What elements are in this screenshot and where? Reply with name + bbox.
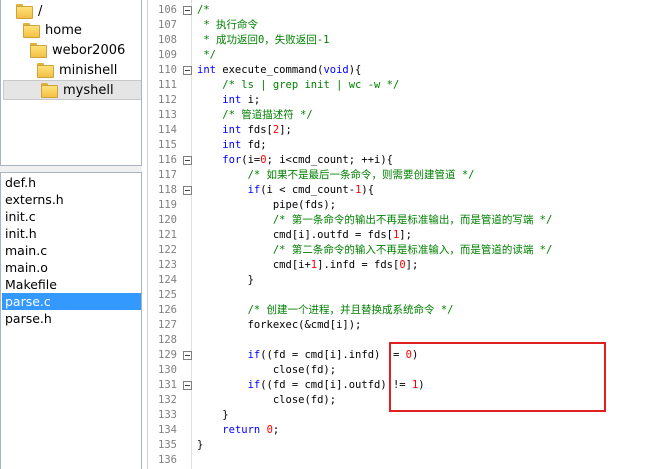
highlight-box <box>389 342 606 412</box>
line-number: 121 <box>158 229 177 241</box>
code-line: * 执行命令 <box>197 19 258 31</box>
line-number: 116 <box>158 154 177 166</box>
line-number: 125 <box>158 289 177 301</box>
file-list-item[interactable]: parse.c <box>2 293 141 310</box>
code-line: int i; <box>222 94 261 106</box>
fold-toggle-icon[interactable] <box>183 186 192 195</box>
line-number: 127 <box>158 319 177 331</box>
line-number: 120 <box>158 214 177 226</box>
folder-tree-label: minishell <box>59 62 118 78</box>
code-line: /* 第二条命令的输入不再是标准输入，而是管道的读端 */ <box>272 244 553 256</box>
line-number: 133 <box>158 409 177 421</box>
file-list-item[interactable]: Makefile <box>2 276 141 293</box>
code-line: if((fd = cmd[i].infd) != 0) <box>247 349 419 361</box>
folder-tree-item[interactable]: home <box>23 20 82 40</box>
fold-toggle-icon[interactable] <box>183 381 192 390</box>
code-line: /* ls | grep init | wc -w */ <box>222 79 400 91</box>
folder-tree-label: myshell <box>63 82 114 98</box>
line-number: 135 <box>158 439 177 451</box>
code-line: /* <box>197 4 210 16</box>
code-line: for(i=0; i<cmd_count; ++i){ <box>222 154 393 166</box>
folder-tree-label: webor2006 <box>52 42 126 58</box>
code-line: * 成功返回0，失败返回-1 <box>197 34 330 46</box>
file-browser-panel: / home webor2006 minishell myshell def.h exte… <box>0 0 144 469</box>
line-number: 118 <box>158 184 177 196</box>
code-line: } <box>197 274 254 286</box>
line-number: 128 <box>158 334 177 346</box>
line-number: 136 <box>158 454 177 466</box>
line-number: 107 <box>158 19 177 31</box>
folder-tree-item[interactable]: / <box>16 1 42 21</box>
folder-icon <box>41 83 58 98</box>
fold-toggle-icon[interactable] <box>183 66 192 75</box>
file-list-item[interactable]: main.c <box>2 242 141 259</box>
line-number: 122 <box>158 244 177 256</box>
folder-tree-item[interactable]: minishell <box>37 60 117 80</box>
code-editor[interactable]: 106 107 108 109 110 111 112 113 114 115 116 117 118 1… <box>147 0 660 469</box>
code-line: int execute_command(void){ <box>197 64 362 76</box>
code-line: if((fd = cmd[i].outfd) != 1) <box>247 379 425 391</box>
line-number: 111 <box>158 79 177 91</box>
code-line: return 0; <box>222 424 280 436</box>
code-line: /* 创建一个进程，并且替换成系统命令 */ <box>247 304 454 316</box>
line-number: 110 <box>158 64 177 76</box>
folder-icon <box>23 23 40 38</box>
line-number: 117 <box>158 169 177 181</box>
file-list-item[interactable]: main.o <box>2 259 141 276</box>
code-line: } <box>197 439 204 451</box>
code-line: int fd; <box>222 139 267 151</box>
line-number: 106 <box>158 4 177 16</box>
file-list-item[interactable]: parse.h <box>2 310 141 327</box>
line-number: 113 <box>158 109 177 121</box>
folder-tree: / home webor2006 minishell myshell <box>0 0 142 166</box>
folder-icon <box>30 43 47 58</box>
line-number: 126 <box>158 304 177 316</box>
code-line: /* 第一条命令的输出不再是标准输出，而是管道的写端 */ <box>272 214 553 226</box>
line-number: 129 <box>158 349 177 361</box>
folder-tree-item[interactable]: myshell <box>3 80 141 100</box>
folder-icon <box>37 63 54 78</box>
code-line: cmd[i+1].infd = fds[0]; <box>197 259 419 271</box>
line-number: 109 <box>158 49 177 61</box>
folder-icon <box>16 4 33 19</box>
code-line: close(fd); <box>197 394 337 406</box>
code-line: cmd[i].outfd = fds[1]; <box>197 229 412 241</box>
folder-tree-label: / <box>38 3 43 19</box>
code-line: } <box>197 409 229 421</box>
line-number: 130 <box>158 364 177 376</box>
line-number: 124 <box>158 274 177 286</box>
line-number: 134 <box>158 424 177 436</box>
line-number: 131 <box>158 379 177 391</box>
code-line: pipe(fds); <box>197 199 337 211</box>
line-number: 119 <box>158 199 177 211</box>
fold-toggle-icon[interactable] <box>183 6 192 15</box>
code-line: /* 如果不是最后一条命令，则需要创建管道 */ <box>247 169 475 181</box>
line-number-gutter: 106 107 108 109 110 111 112 113 114 115 116 117 118 1… <box>148 0 192 469</box>
code-line: close(fd); <box>197 364 337 376</box>
file-list-item[interactable]: init.c <box>2 208 141 225</box>
line-number: 108 <box>158 34 177 46</box>
line-number: 112 <box>158 94 177 106</box>
fold-toggle-icon[interactable] <box>183 156 192 165</box>
line-number: 114 <box>158 124 177 136</box>
file-list-item[interactable]: externs.h <box>2 191 141 208</box>
folder-tree-label: home <box>45 22 82 38</box>
code-line: int fds[2]; <box>222 124 292 136</box>
code-line: if(i < cmd_count-1){ <box>247 184 375 196</box>
file-list-item[interactable]: init.h <box>2 225 141 242</box>
line-number: 115 <box>158 139 177 151</box>
line-number: 123 <box>158 259 177 271</box>
code-line: */ <box>197 49 216 61</box>
code-line: forkexec(&cmd[i]); <box>197 319 362 331</box>
file-list-item[interactable]: def.h <box>2 174 141 191</box>
line-number: 132 <box>158 394 177 406</box>
fold-toggle-icon[interactable] <box>183 351 192 360</box>
file-list: def.h externs.h init.c init.h main.c main.o Ma… <box>0 172 142 469</box>
folder-tree-item[interactable]: webor2006 <box>30 40 125 60</box>
code-line: /* 管道描述符 */ <box>222 109 313 121</box>
